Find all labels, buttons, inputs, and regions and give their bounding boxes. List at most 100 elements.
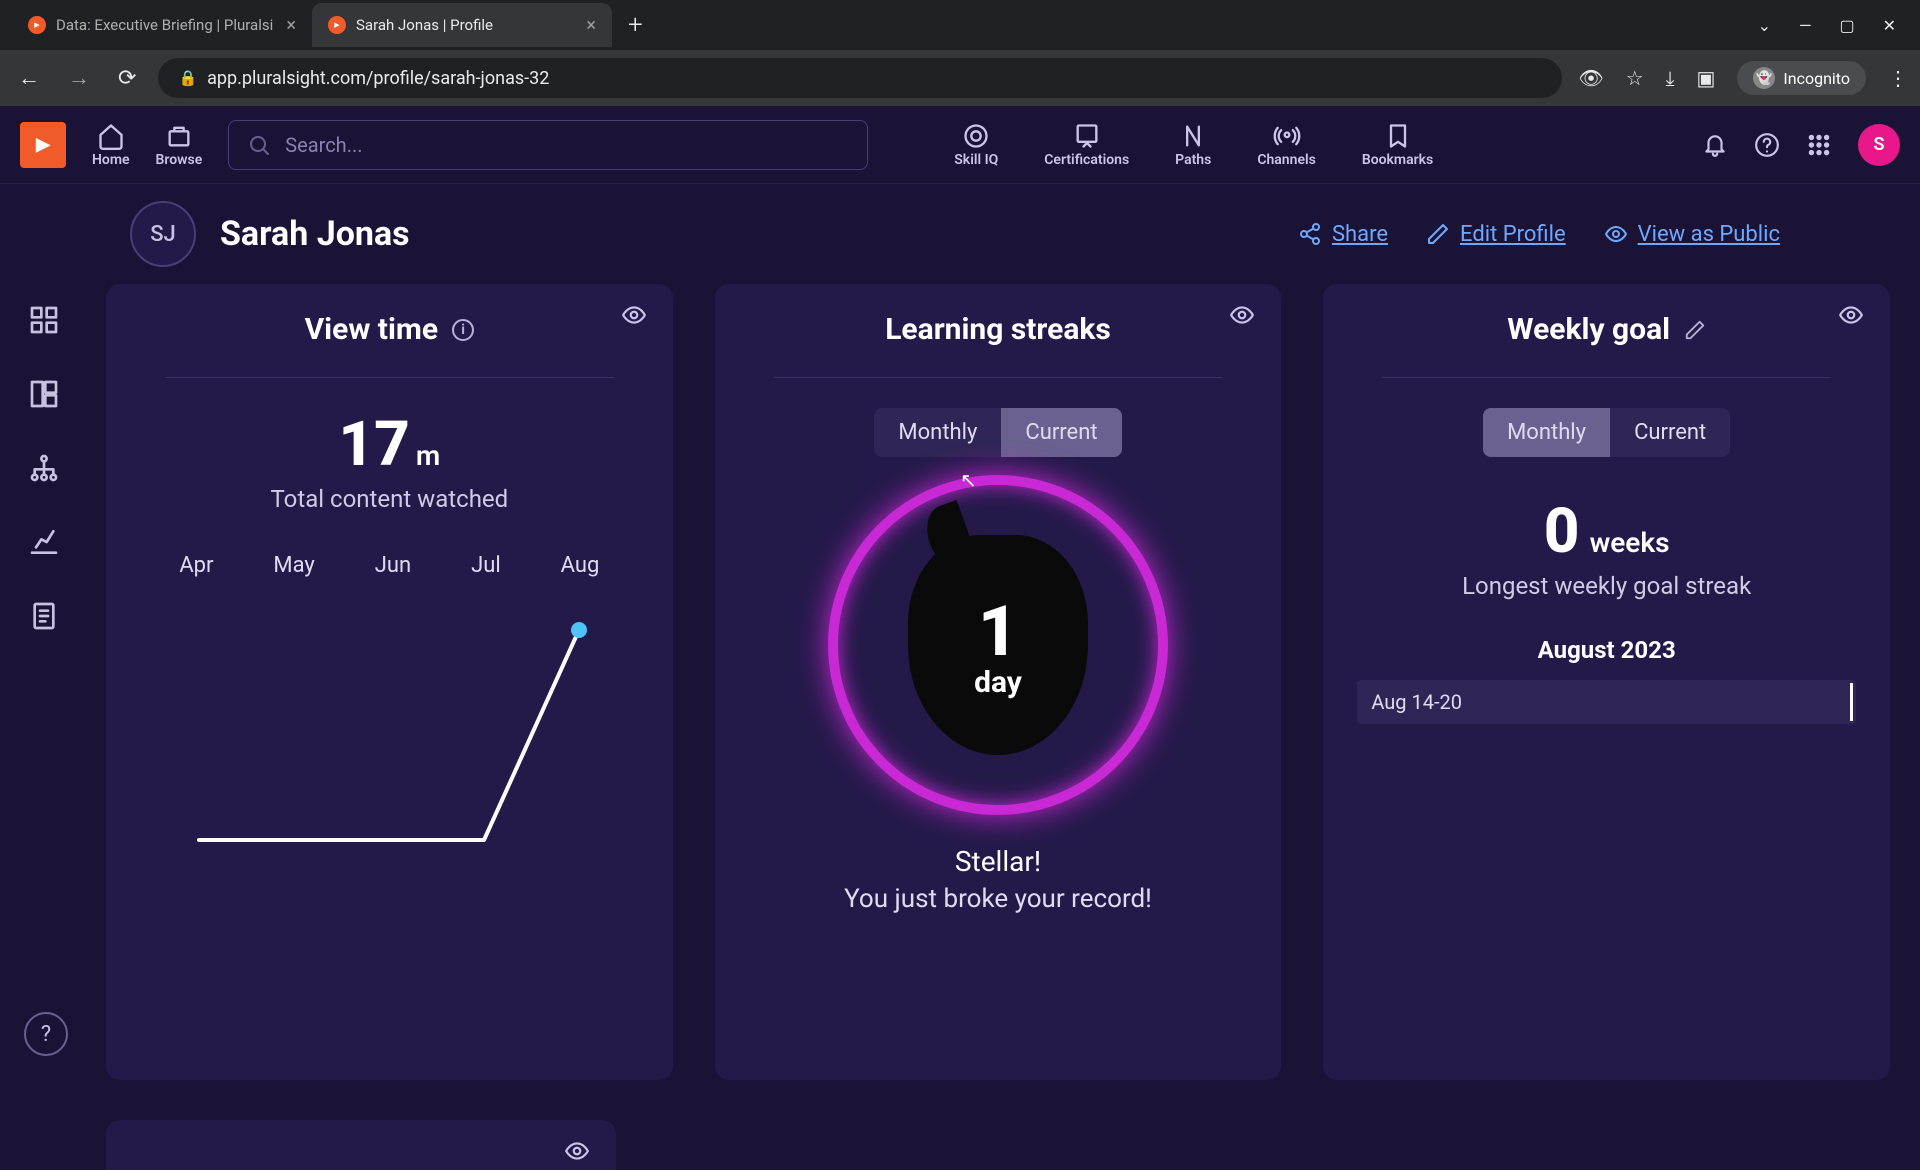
tab-title: Data: Executive Briefing | Pluralsi: [56, 16, 273, 34]
streak-toggle: Monthly Current: [874, 408, 1121, 457]
star-icon[interactable]: ☆: [1626, 66, 1644, 90]
skill-iq-icon: [962, 122, 990, 150]
edit-profile-link[interactable]: Edit Profile: [1426, 222, 1566, 247]
weekly-goal-month: August 2023: [1538, 636, 1676, 664]
pencil-icon[interactable]: [1684, 319, 1706, 341]
close-window-icon[interactable]: ✕: [1883, 16, 1896, 35]
nav-browse[interactable]: Browse: [156, 122, 203, 168]
app-header: ▶ Home Browse Search... Skill IQ Certifi…: [0, 106, 1920, 184]
visibility-icon[interactable]: [1229, 302, 1255, 328]
maximize-icon[interactable]: ▢: [1839, 16, 1854, 35]
pluralsight-favicon: [328, 16, 346, 34]
apps-grid-icon[interactable]: [1806, 132, 1832, 158]
streak-count: 1: [978, 591, 1018, 673]
nav-home[interactable]: Home: [92, 122, 130, 168]
profile-header: SJ Sarah Jonas Share Edit Profile View a…: [0, 184, 1920, 284]
browse-icon: [165, 122, 193, 150]
next-card-peek: [106, 1120, 616, 1170]
divider: [1382, 377, 1831, 378]
paths-icon: [1179, 122, 1207, 150]
reload-button[interactable]: ⟳: [112, 66, 142, 91]
toggle-current[interactable]: Current: [1610, 408, 1730, 457]
analytics-icon[interactable]: [28, 526, 60, 558]
user-avatar[interactable]: S: [1858, 124, 1900, 166]
top-nav-right: Skill IQ Certifications Paths Channels B…: [954, 122, 1433, 168]
nav-label: Skill IQ: [954, 152, 998, 168]
chevron-down-icon[interactable]: ⌄: [1758, 16, 1771, 35]
pluralsight-favicon: [28, 16, 46, 34]
incognito-label: Incognito: [1783, 69, 1850, 88]
share-icon: [1298, 222, 1322, 246]
streak-unit: day: [974, 665, 1022, 700]
channels-icon: [1273, 122, 1301, 150]
lock-icon: 🔒: [178, 69, 197, 87]
weekly-goal-bar: Aug 14-20: [1357, 680, 1856, 724]
streak-ring: 1 day: [828, 475, 1168, 815]
toggle-monthly[interactable]: Monthly: [1483, 408, 1610, 457]
weekly-goal-value: 0weeks: [1544, 495, 1670, 568]
help-bubble[interactable]: ?: [24, 1012, 68, 1056]
browser-tab[interactable]: Data: Executive Briefing | Pluralsi ×: [12, 3, 312, 47]
toggle-current[interactable]: Current: [1001, 408, 1121, 457]
nav-label: Browse: [156, 152, 203, 168]
flame-icon: 1 day: [908, 535, 1088, 755]
share-link[interactable]: Share: [1298, 222, 1388, 247]
nav-label: Bookmarks: [1362, 152, 1433, 168]
visibility-icon[interactable]: [621, 302, 647, 328]
help-icon[interactable]: [1754, 132, 1780, 158]
browser-tab-active[interactable]: Sarah Jonas | Profile ×: [312, 3, 612, 47]
forward-button[interactable]: →: [62, 65, 96, 91]
info-icon[interactable]: i: [452, 319, 474, 341]
pencil-icon: [1426, 222, 1450, 246]
nav-channels[interactable]: Channels: [1257, 122, 1316, 168]
view-as-public-link[interactable]: View as Public: [1604, 222, 1780, 247]
view-time-sublabel: Total content watched: [271, 485, 509, 513]
visibility-icon[interactable]: [564, 1138, 590, 1164]
browser-chrome: Data: Executive Briefing | Pluralsi × Sa…: [0, 0, 1920, 106]
address-bar: ← → ⟳ 🔒 app.pluralsight.com/profile/sara…: [0, 50, 1920, 106]
card-title: View time i: [305, 312, 475, 347]
nav-label: Certifications: [1044, 152, 1129, 168]
pluralsight-logo[interactable]: ▶: [20, 122, 66, 168]
chart-x-axis: Apr May Jun Jul Aug: [179, 553, 599, 578]
view-time-card: View time i 17m Total content watched Ap…: [106, 284, 673, 1080]
eye-off-icon[interactable]: 👁: [1578, 66, 1603, 90]
visibility-icon[interactable]: [1838, 302, 1864, 328]
view-time-line-chart: [179, 590, 599, 870]
cards-row: View time i 17m Total content watched Ap…: [88, 284, 1920, 1080]
window-controls: ⌄ — ▢ ✕: [1758, 16, 1920, 35]
dashboard-icon[interactable]: [28, 304, 60, 336]
toggle-monthly[interactable]: Monthly: [874, 408, 1001, 457]
profile-actions: Share Edit Profile View as Public: [1298, 222, 1780, 247]
download-icon[interactable]: ⤓: [1666, 66, 1675, 90]
new-tab-button[interactable]: +: [612, 10, 659, 40]
bookmark-icon: [1384, 122, 1412, 150]
learning-streaks-card: Learning streaks Monthly Current 1 day S…: [715, 284, 1282, 1080]
menu-icon[interactable]: ⋮: [1888, 66, 1908, 90]
url-input[interactable]: 🔒 app.pluralsight.com/profile/sarah-jona…: [158, 58, 1562, 98]
nav-certifications[interactable]: Certifications: [1044, 122, 1129, 168]
home-icon: [97, 122, 125, 150]
weekly-goal-card: Weekly goal Monthly Current 0weeks Longe…: [1323, 284, 1890, 1080]
close-icon[interactable]: ×: [286, 15, 296, 36]
nav-bookmarks[interactable]: Bookmarks: [1362, 122, 1433, 168]
nav-label: Channels: [1257, 152, 1316, 168]
divider: [165, 377, 614, 378]
streak-headline: Stellar!: [955, 845, 1041, 878]
close-icon[interactable]: ×: [586, 15, 596, 36]
panel-icon[interactable]: ▣: [1696, 66, 1715, 90]
org-icon[interactable]: [28, 452, 60, 484]
back-button[interactable]: ←: [12, 65, 46, 91]
tab-title: Sarah Jonas | Profile: [356, 16, 493, 34]
document-icon[interactable]: [28, 600, 60, 632]
url-text: app.pluralsight.com/profile/sarah-jonas-…: [207, 68, 549, 89]
search-input[interactable]: Search...: [228, 120, 868, 170]
search-icon: [247, 133, 271, 157]
profile-name: Sarah Jonas: [220, 214, 410, 254]
nav-skill-iq[interactable]: Skill IQ: [954, 122, 998, 168]
nav-paths[interactable]: Paths: [1175, 122, 1211, 168]
incognito-badge[interactable]: 👻 Incognito: [1737, 61, 1866, 95]
minimize-icon[interactable]: —: [1799, 16, 1812, 35]
bell-icon[interactable]: [1702, 132, 1728, 158]
layers-icon[interactable]: [28, 378, 60, 410]
